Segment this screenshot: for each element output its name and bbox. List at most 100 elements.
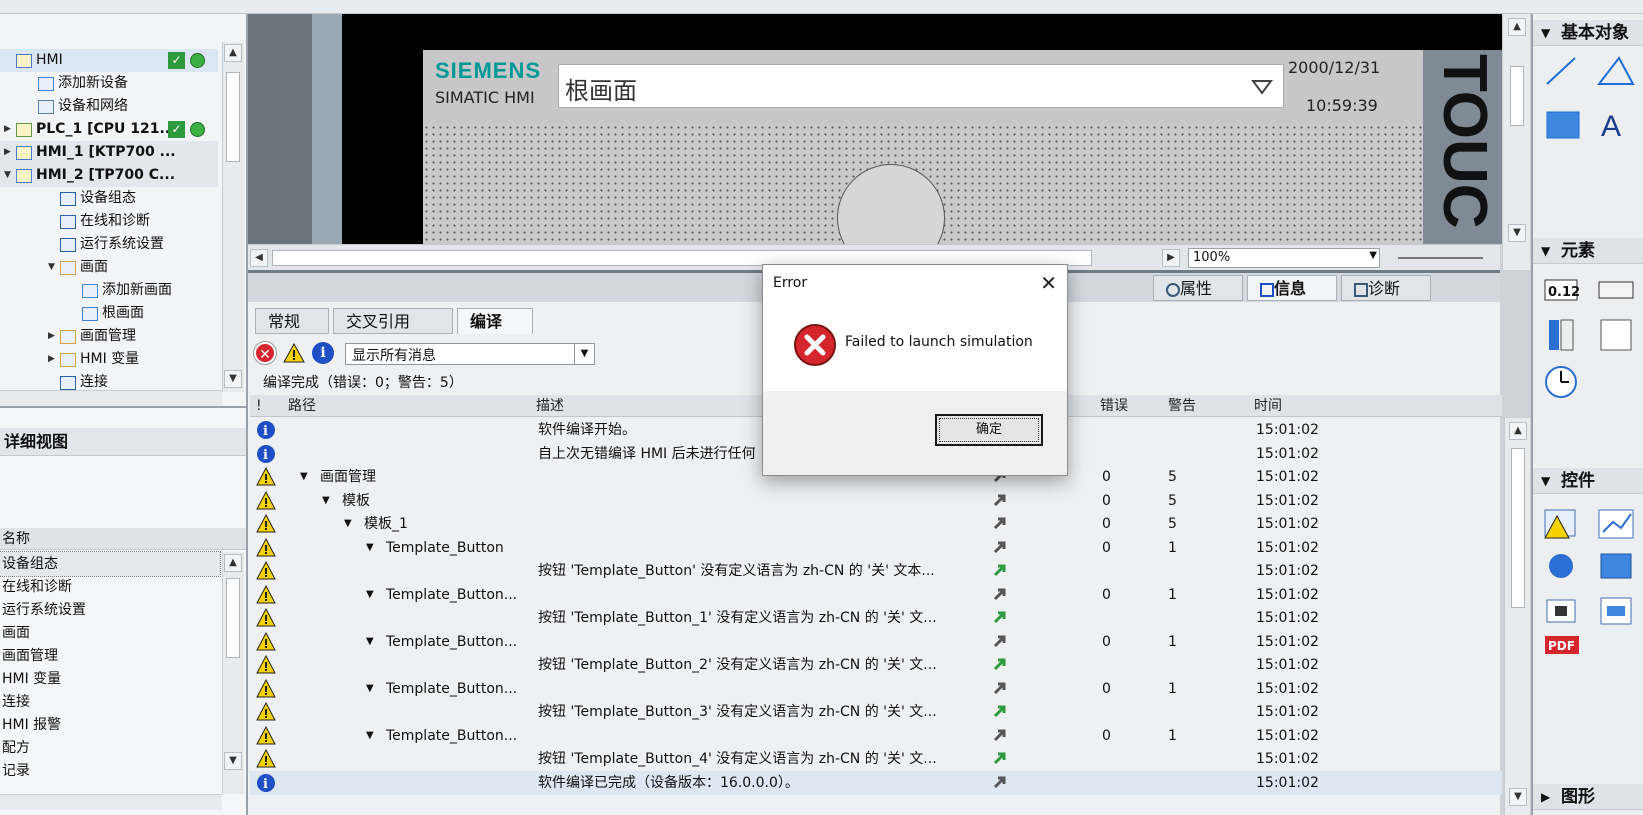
details-item[interactable]: 记录	[0, 759, 220, 783]
scroll-up-icon[interactable]: ▲	[224, 44, 242, 62]
tree-item[interactable]: 运行系统设置	[0, 233, 218, 256]
tree-item[interactable]: 根画面	[0, 302, 218, 325]
chevron-down-icon[interactable]: ▼	[366, 724, 374, 748]
scroll-right-icon[interactable]: ▶	[1162, 249, 1180, 267]
info-filter-icon[interactable]: i	[312, 342, 334, 364]
details-item[interactable]: 在线和诊断	[0, 575, 220, 599]
tree-item[interactable]: 在线和诊断	[0, 210, 218, 233]
chevron-right-icon[interactable]: ▶	[4, 141, 14, 164]
tree-item[interactable]: ▶ PLC_1 [CPU 121... ✓	[0, 118, 218, 141]
scroll-down-icon[interactable]: ▼	[224, 752, 242, 770]
scroll-down-icon[interactable]: ▼	[1508, 224, 1526, 242]
section-elements[interactable]: ▼ 元素	[1533, 238, 1643, 264]
message-row[interactable]: 按钮 'Template_Button_4' 没有定义语言为 zh-CN 的 '…	[250, 747, 1502, 771]
tree-scrollbar[interactable]: ▲ ▼	[222, 42, 244, 392]
details-item[interactable]: HMI 变量	[0, 667, 220, 691]
screen-work-area[interactable]	[423, 124, 1423, 272]
col-description[interactable]: 描述	[536, 395, 564, 417]
details-item[interactable]: 画面	[0, 621, 220, 645]
tab-diagnostics[interactable]: 诊断	[1341, 275, 1431, 301]
scroll-up-icon[interactable]: ▲	[1509, 422, 1527, 440]
details-item[interactable]: 连接	[0, 690, 220, 714]
subtab-crossref[interactable]: 交叉引用	[333, 308, 453, 334]
basic-objects-icons[interactable]: A	[1543, 54, 1638, 154]
message-row[interactable]: ▼ Template_Button... 0 1 15:01:02	[250, 677, 1502, 701]
hmi-screen[interactable]: SIEMENS SIMATIC HMI 根画面 2000/12/31 10:59…	[423, 50, 1423, 272]
scroll-up-icon[interactable]: ▲	[1508, 18, 1526, 36]
chevron-down-icon[interactable]: ▼	[344, 512, 352, 536]
error-filter-icon[interactable]: ✕	[254, 342, 276, 364]
chevron-down-icon[interactable]: ▼	[48, 256, 58, 279]
subtab-compile[interactable]: 编译	[457, 308, 533, 334]
zoom-slider[interactable]	[1398, 257, 1483, 259]
tree-item[interactable]: 设备组态	[0, 187, 218, 210]
col-path[interactable]: 路径	[288, 395, 316, 417]
tree-item[interactable]: ▼ 画面	[0, 256, 218, 279]
scroll-thumb[interactable]	[1511, 448, 1525, 608]
tree-item[interactable]: 添加新设备	[0, 72, 218, 95]
tab-info[interactable]: 信息	[1247, 275, 1337, 301]
tree-hscroll[interactable]	[0, 390, 222, 406]
details-item[interactable]: 配方	[0, 736, 220, 760]
message-scrollbar[interactable]: ▲ ▼	[1504, 418, 1530, 815]
col-time[interactable]: 时间	[1254, 395, 1282, 417]
chevron-right-icon[interactable]: ▶	[4, 118, 14, 141]
message-row[interactable]: ▼ 模板 0 5 15:01:02	[250, 489, 1502, 513]
message-row[interactable]: 按钮 'Template_Button_2' 没有定义语言为 zh-CN 的 '…	[250, 653, 1502, 677]
message-row[interactable]: 按钮 'Template_Button' 没有定义语言为 zh-CN 的 '关'…	[250, 559, 1502, 583]
elements-icons[interactable]: 0.12	[1543, 276, 1638, 406]
editor-vscroll[interactable]: ▲ ▼	[1502, 14, 1530, 270]
close-icon[interactable]: ✕	[1040, 265, 1057, 301]
message-row[interactable]: i 软件编译已完成（设备版本：16.0.0.0）。 15:01:02	[250, 770, 1502, 798]
message-row[interactable]: ▼ Template_Button... 0 1 15:01:02	[250, 630, 1502, 654]
section-controls[interactable]: ▼ 控件	[1533, 468, 1643, 494]
controls-icons[interactable]: PDF	[1543, 504, 1638, 654]
scroll-up-icon[interactable]: ▲	[224, 554, 242, 572]
tree-item[interactable]: 添加新画面	[0, 279, 218, 302]
section-basic-objects[interactable]: ▼ 基本对象	[1533, 20, 1643, 46]
col-errors[interactable]: 错误	[1100, 395, 1128, 417]
message-row[interactable]: 按钮 'Template_Button_3' 没有定义语言为 zh-CN 的 '…	[250, 700, 1502, 724]
scroll-left-icon[interactable]: ◀	[250, 249, 268, 267]
chevron-down-icon[interactable]: ▼	[366, 677, 374, 701]
message-row[interactable]: ▼ Template_Button... 0 1 15:01:02	[250, 583, 1502, 607]
goto-arrow-icon[interactable]	[992, 774, 1008, 798]
chevron-down-icon[interactable]: ▼	[4, 164, 14, 187]
tab-properties[interactable]: 属性	[1153, 275, 1243, 301]
details-item[interactable]: 画面管理	[0, 644, 220, 668]
tree-item[interactable]: ▶ HMI 变量	[0, 348, 218, 371]
message-filter-select[interactable]: 显示所有消息 ▼	[345, 343, 595, 365]
chevron-down-icon[interactable]: ▼	[366, 630, 374, 654]
zoom-select[interactable]: 100% ▼	[1188, 248, 1380, 268]
ok-button[interactable]: 确定	[935, 414, 1043, 446]
section-graphics[interactable]: ▶ 图形	[1533, 784, 1643, 810]
scroll-down-icon[interactable]: ▼	[224, 370, 242, 388]
chevron-down-icon[interactable]: ▼	[366, 536, 374, 560]
chevron-down-icon[interactable]: ▼	[366, 583, 374, 607]
details-hscroll[interactable]	[0, 794, 222, 810]
tree-item[interactable]: 设备和网络	[0, 95, 218, 118]
chevron-down-icon[interactable]: ▼	[300, 465, 308, 489]
scroll-thumb[interactable]	[1510, 66, 1524, 126]
tree-item[interactable]: ▶ 画面管理	[0, 325, 218, 348]
message-row[interactable]: ▼ Template_Button 0 1 15:01:02	[250, 536, 1502, 560]
message-row[interactable]: ▼ Template_Button... 0 1 15:01:02	[250, 724, 1502, 748]
chevron-right-icon[interactable]: ▶	[48, 325, 58, 348]
scroll-thumb[interactable]	[226, 72, 240, 162]
col-warnings[interactable]: 警告	[1168, 395, 1196, 417]
chevron-right-icon[interactable]: ▶	[48, 348, 58, 371]
details-item[interactable]: 设备组态	[0, 551, 221, 577]
chevron-down-icon[interactable]: ▼	[322, 489, 330, 513]
screen-selector[interactable]: 根画面	[558, 64, 1284, 108]
message-row[interactable]: ▼ 模板_1 0 5 15:01:02	[250, 512, 1502, 536]
details-column-header[interactable]: 名称	[0, 528, 246, 550]
tree-item[interactable]: HMI ✓	[0, 49, 218, 72]
subtab-general[interactable]: 常规	[255, 308, 329, 334]
col-flag[interactable]: !	[256, 395, 262, 417]
tree-item[interactable]: ▶ HMI_1 [KTP700 ...	[0, 141, 218, 164]
warning-filter-icon[interactable]	[283, 342, 305, 364]
details-item[interactable]: HMI 报警	[0, 713, 220, 737]
message-row[interactable]: 按钮 'Template_Button_1' 没有定义语言为 zh-CN 的 '…	[250, 606, 1502, 630]
details-scrollbar[interactable]: ▲ ▼	[222, 552, 244, 794]
tree-item[interactable]: ▼ HMI_2 [TP700 C...	[0, 164, 218, 187]
